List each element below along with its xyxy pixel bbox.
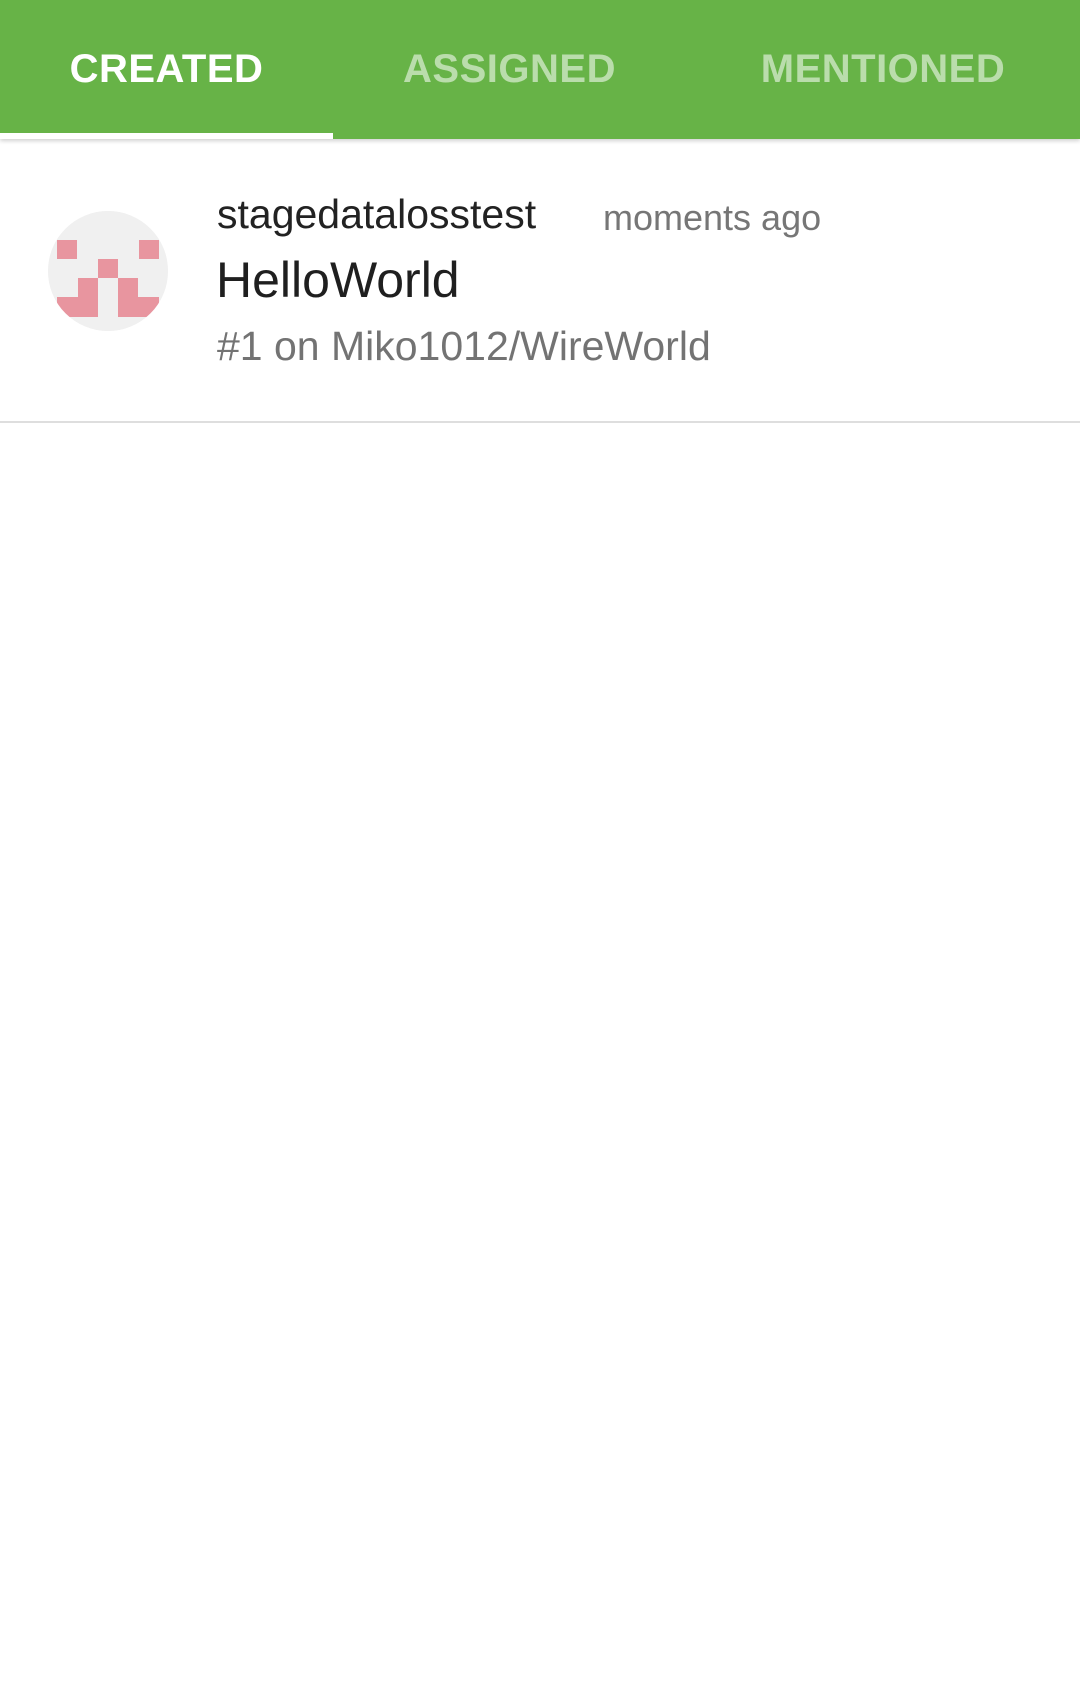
- issue-list-item[interactable]: stagedatalosstest moments ago HelloWorld…: [0, 139, 1080, 423]
- issue-timestamp: moments ago: [603, 197, 822, 238]
- tab-mentioned[interactable]: MENTIONED: [686, 0, 1080, 139]
- tab-assigned[interactable]: ASSIGNED: [333, 0, 686, 139]
- issue-title: HelloWorld: [216, 252, 460, 308]
- issues-screen: CREATED ASSIGNED MENTIONED stagedataloss…: [0, 0, 1080, 1699]
- tab-created[interactable]: CREATED: [0, 0, 333, 139]
- issue-author: stagedatalosstest: [217, 191, 537, 237]
- issue-repo-line: #1 on Miko1012/WireWorld: [217, 323, 711, 369]
- issue-tab-bar: CREATED ASSIGNED MENTIONED: [0, 0, 1080, 139]
- identicon-avatar-icon: [48, 211, 168, 331]
- issue-list: stagedatalosstest moments ago HelloWorld…: [0, 139, 1080, 423]
- active-tab-indicator: [0, 133, 333, 139]
